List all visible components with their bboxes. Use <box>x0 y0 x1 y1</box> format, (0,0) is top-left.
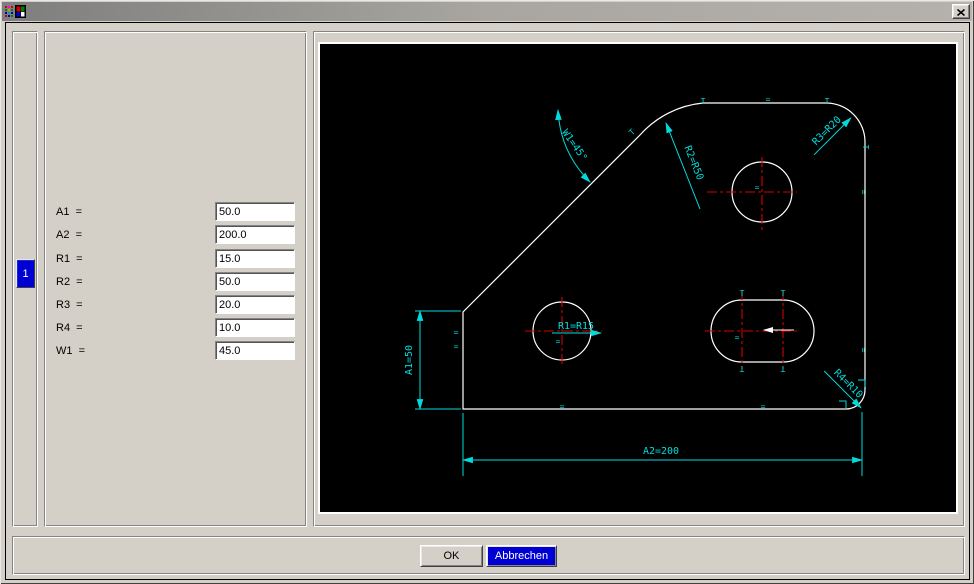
param-label: R2 = <box>56 272 83 293</box>
label-r1-text: R1=R15 <box>558 321 594 332</box>
dim-w1-text: W1=45° <box>559 128 589 164</box>
svg-text:=: = <box>761 402 766 411</box>
parametric-part-dialog: 1 A1 = A2 = R1 = R2 = R3 = <box>0 0 974 584</box>
param-input-r2[interactable] <box>215 272 295 291</box>
svg-text:T: T <box>739 364 744 373</box>
param-row: R3 = <box>45 295 306 316</box>
param-row: A1 = <box>45 202 306 223</box>
client-area: 1 A1 = A2 = R1 = R2 = R3 = <box>5 22 970 580</box>
svg-text:T: T <box>781 289 786 298</box>
dim-a1-text: A1=50 <box>404 345 415 375</box>
cad-preview: A1=50 A2=200 W1=45° R2=R50 R3=R20 R4=R10… <box>320 44 956 512</box>
svg-text:=: = <box>454 328 459 337</box>
svg-text:=: = <box>859 348 868 353</box>
svg-text:T: T <box>701 97 706 106</box>
ok-button[interactable]: OK <box>420 545 483 567</box>
label-r3-text: R3=R20 <box>810 114 843 147</box>
svg-text:=: = <box>766 95 771 104</box>
param-row: R4 = <box>45 318 306 339</box>
param-label: A2 = <box>56 225 82 246</box>
svg-text:=: = <box>560 402 565 411</box>
preview-panel: A1=50 A2=200 W1=45° R2=R50 R3=R20 R4=R10… <box>313 31 965 527</box>
button-bar: OK Abbrechen <box>12 536 965 575</box>
param-input-r4[interactable] <box>215 318 295 337</box>
svg-text:T: T <box>780 364 785 373</box>
param-input-a1[interactable] <box>215 202 295 221</box>
parameter-panel: A1 = A2 = R1 = R2 = R3 = R4 = <box>44 31 307 527</box>
label-r3: R3=R20 <box>805 109 851 155</box>
param-input-r3[interactable] <box>215 295 295 314</box>
variant-tab-1[interactable]: 1 <box>16 259 35 288</box>
param-label: W1 = <box>56 341 85 362</box>
svg-text:T: T <box>825 97 830 106</box>
svg-text:=: = <box>859 190 868 195</box>
variant-selector-panel: 1 <box>12 31 38 527</box>
param-row: R2 = <box>45 272 306 293</box>
label-r2-text: R2=R50 <box>681 144 705 182</box>
param-label: R4 = <box>56 318 83 339</box>
part-outline <box>463 103 865 409</box>
titlebar[interactable] <box>2 2 972 21</box>
dim-a2-text: A2=200 <box>643 446 679 457</box>
param-row: A2 = <box>45 225 306 246</box>
close-icon <box>957 4 965 19</box>
svg-text:=: = <box>556 337 561 346</box>
svg-text:=: = <box>755 183 760 192</box>
drawing-canvas: A1=50 A2=200 W1=45° R2=R50 R3=R20 R4=R10… <box>318 42 958 514</box>
param-label: A1 = <box>56 202 82 223</box>
label-r4: R4=R10 <box>824 362 870 408</box>
cancel-button[interactable]: Abbrechen <box>486 545 557 567</box>
close-button[interactable] <box>952 4 970 19</box>
svg-text:T: T <box>861 145 870 150</box>
param-input-w1[interactable] <box>215 341 295 360</box>
svg-text:=: = <box>454 342 459 351</box>
param-input-a2[interactable] <box>215 225 295 244</box>
constraint-marks: T T T T T T T T = = = = = = = <box>454 95 870 411</box>
param-row: R1 = <box>45 249 306 270</box>
param-input-r1[interactable] <box>215 249 295 268</box>
app-icon <box>5 4 27 19</box>
svg-text:=: = <box>735 333 740 342</box>
param-label: R3 = <box>56 295 83 316</box>
label-r4-text: R4=R10 <box>831 367 864 400</box>
param-row: W1 = <box>45 341 306 362</box>
svg-text:T: T <box>740 289 745 298</box>
svg-text:T: T <box>627 127 637 137</box>
param-label: R1 = <box>56 249 83 270</box>
